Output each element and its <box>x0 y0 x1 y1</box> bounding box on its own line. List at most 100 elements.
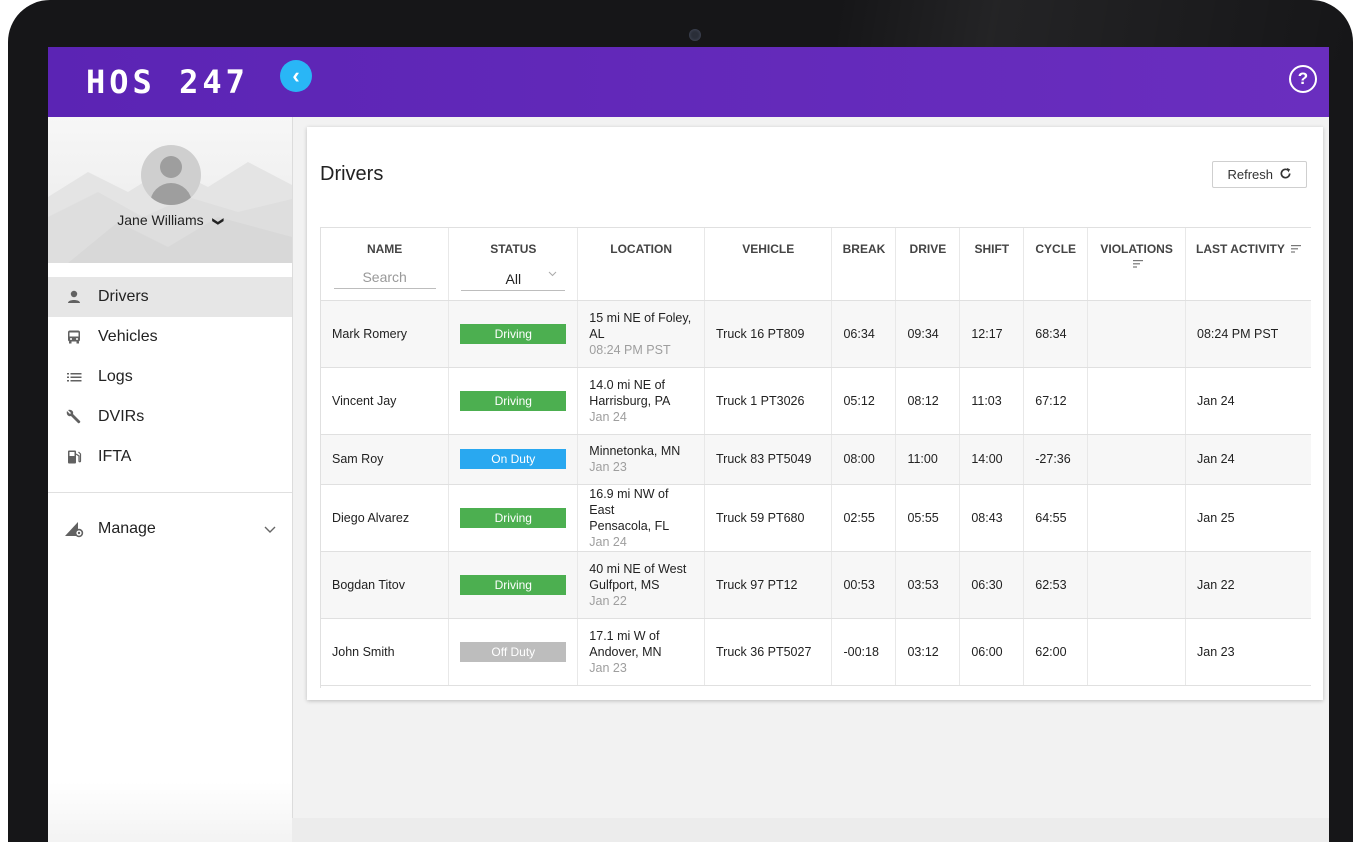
violations-cell <box>1087 300 1187 368</box>
sidebar-item-dvirs[interactable]: DVIRs <box>48 397 292 437</box>
column-header-drive: DRIVE <box>895 228 961 301</box>
cycle-cell: 68:34 <box>1023 300 1089 368</box>
location-cell: 14.0 mi NE of Harrisburg, PA Jan 24 <box>577 367 705 435</box>
sort-icon[interactable] <box>1133 259 1144 271</box>
cycle-cell: -27:36 <box>1023 434 1089 485</box>
column-header-cycle: CYCLE <box>1023 228 1089 301</box>
status-badge: Driving <box>460 507 567 528</box>
status-cell: On Duty <box>448 434 579 485</box>
drive-cell: 08:12 <box>895 367 961 435</box>
cycle-cell: 64:55 <box>1023 484 1089 552</box>
location-text: Harrisburg, PA <box>589 393 671 408</box>
status-filter-select[interactable]: All <box>461 268 566 291</box>
vehicle-cell: Truck 16 PT809 <box>704 300 833 368</box>
break-cell: 06:34 <box>831 300 897 368</box>
status-cell: Off Duty <box>448 618 579 686</box>
location-time: Jan 23 <box>589 660 627 675</box>
table-row[interactable]: Sam Roy On Duty Minnetonka, MN Jan 23 Truck … <box>321 434 1311 485</box>
violations-cell <box>1087 484 1187 552</box>
shift-cell: 11:03 <box>959 367 1025 435</box>
break-cell: 08:00 <box>831 434 897 485</box>
location-text: 40 mi NE of West <box>589 561 687 576</box>
column-label: SHIFT <box>974 242 1010 256</box>
column-label: BREAK <box>842 242 886 256</box>
shift-cell: 14:00 <box>959 434 1025 485</box>
chevron-down-icon[interactable] <box>264 522 276 537</box>
help-button[interactable]: ? <box>1289 65 1317 93</box>
refresh-icon <box>1279 167 1292 183</box>
driver-name-cell: Bogdan Titov <box>321 551 450 619</box>
location-text: Minnetonka, MN <box>589 444 681 458</box>
location-text: 15 mi NE of Foley, <box>589 310 692 325</box>
drivers-card: Drivers Refresh NAME STATUS <box>307 127 1323 700</box>
status-filter-value: All <box>505 271 522 287</box>
location-text: 14.0 mi NE of <box>589 377 666 392</box>
wrench-icon <box>64 407 84 427</box>
column-label: LAST ACTIVITY <box>1196 242 1285 256</box>
column-label: CYCLE <box>1035 242 1077 256</box>
sidebar-item-drivers[interactable]: Drivers <box>48 277 292 317</box>
camera <box>689 29 701 41</box>
sidebar-item-ifta[interactable]: IFTA <box>48 437 292 477</box>
help-circle-icon: ? <box>1297 69 1309 88</box>
vehicle-cell: Truck 59 PT680 <box>704 484 833 552</box>
chevron-down-icon <box>548 269 557 280</box>
refresh-label: Refresh <box>1227 167 1273 182</box>
status-badge: Driving <box>460 574 567 595</box>
break-cell: 00:53 <box>831 551 897 619</box>
break-cell: 05:12 <box>831 367 897 435</box>
app-logo: HOS 247 <box>86 63 249 101</box>
sidebar-collapse-button[interactable]: ‹ <box>280 60 312 92</box>
location-text: Andover, MN <box>589 644 662 659</box>
status-cell: Driving <box>448 484 579 552</box>
violations-cell <box>1087 551 1187 619</box>
table-row[interactable]: Diego Alvarez Driving 16.9 mi NW of East Pe… <box>321 484 1311 552</box>
break-cell: 02:55 <box>831 484 897 552</box>
column-header-violations: VIOLATIONS <box>1087 228 1187 301</box>
violations-cell <box>1087 367 1187 435</box>
sort-icon[interactable] <box>1291 244 1302 256</box>
sidebar-item-logs[interactable]: Logs <box>48 357 292 397</box>
sidebar-item-vehicles[interactable]: Vehicles <box>48 317 292 357</box>
location-text: 16.9 mi NW of East <box>589 486 669 517</box>
location-text: Gulfport, MS <box>589 577 660 592</box>
break-cell: -00:18 <box>831 618 897 686</box>
sidebar-nav: Drivers Vehicles Logs DVIRs IFTA Manage <box>48 277 292 549</box>
status-badge: Driving <box>460 390 567 411</box>
top-bar: HOS 247 ‹ ? <box>48 47 1329 117</box>
drive-cell: 11:00 <box>895 434 961 485</box>
footer-shade <box>292 818 1329 842</box>
refresh-button[interactable]: Refresh <box>1212 161 1307 188</box>
shift-cell: 12:17 <box>959 300 1025 368</box>
table-row[interactable]: John Smith Off Duty 17.1 mi W of Andover, M… <box>321 618 1311 686</box>
sidebar-item-label: DVIRs <box>98 408 145 425</box>
location-time: 08:24 PM PST <box>589 342 671 357</box>
driver-name-cell: Vincent Jay <box>321 367 450 435</box>
column-header-location: LOCATION <box>577 228 705 301</box>
driver-name-cell: Diego Alvarez <box>321 484 450 552</box>
sidebar-item-label: Drivers <box>98 288 149 305</box>
last-activity-cell: Jan 22 <box>1185 551 1311 619</box>
table-row[interactable]: Vincent Jay Driving 14.0 mi NE of Harrisbur… <box>321 367 1311 435</box>
location-text: 17.1 mi W of <box>589 628 660 643</box>
sidebar-item-manage[interactable]: Manage <box>48 509 292 549</box>
nav-divider <box>48 492 292 493</box>
location-cell: 16.9 mi NW of East Pensacola, FL Jan 24 <box>577 484 705 552</box>
table-row[interactable]: Mark Romery Driving 15 mi NE of Foley, AL 08… <box>321 300 1311 368</box>
column-label: DRIVE <box>909 242 947 256</box>
column-header-vehicle: VEHICLE <box>704 228 833 301</box>
chevron-down-icon: ❯ <box>211 216 224 227</box>
violations-cell <box>1087 434 1187 485</box>
location-text: AL <box>589 326 605 341</box>
column-label: STATUS <box>490 242 537 256</box>
manage-icon <box>64 519 84 539</box>
name-search-input[interactable] <box>333 266 436 289</box>
column-header-last-activity: LAST ACTIVITY <box>1185 228 1311 301</box>
list-icon <box>64 367 84 387</box>
bus-icon <box>64 327 84 347</box>
location-time: Jan 24 <box>589 409 627 424</box>
page-title: Drivers <box>320 163 384 185</box>
table-row[interactable]: Bogdan Titov Driving 40 mi NE of West Gulfp… <box>321 551 1311 619</box>
avatar <box>141 145 201 205</box>
user-menu[interactable]: Jane Williams ❯ <box>48 212 292 228</box>
